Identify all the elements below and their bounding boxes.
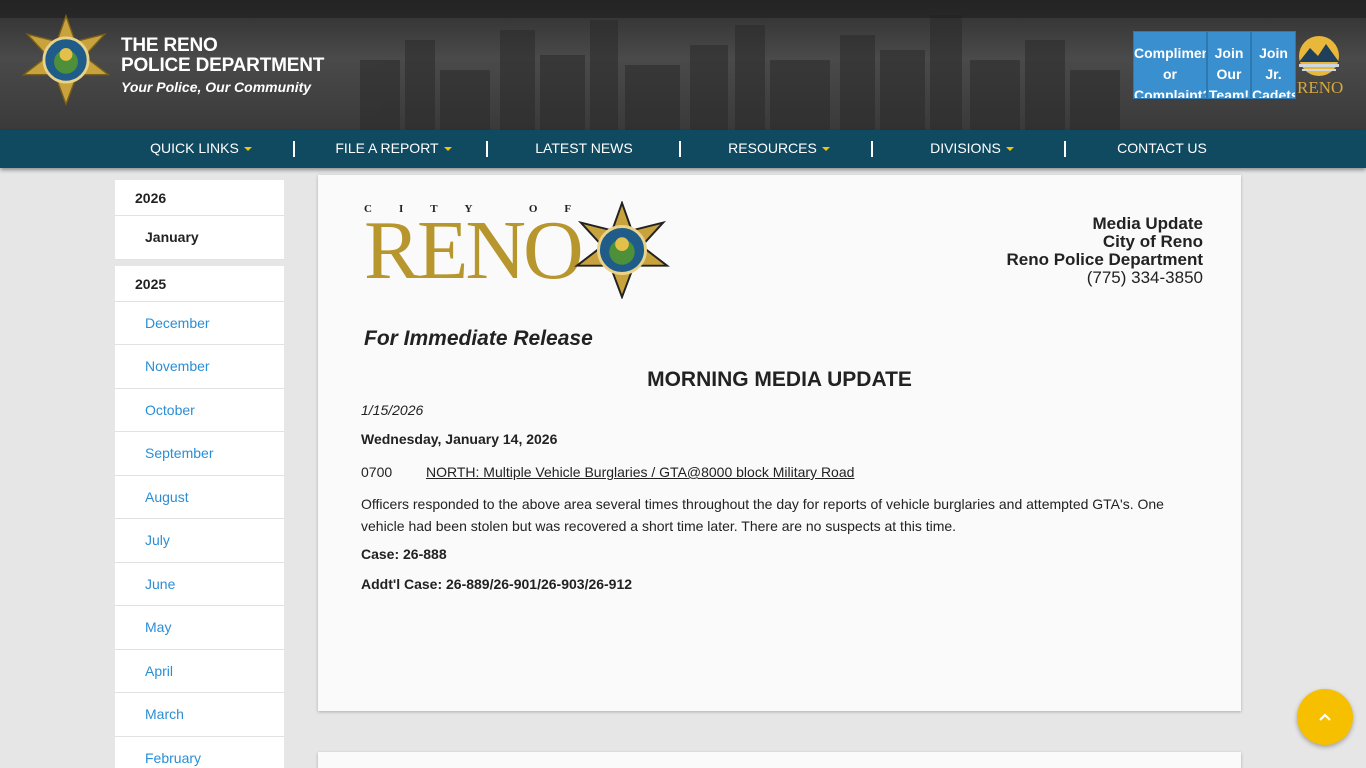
nav-label: LATEST NEWS [535, 140, 633, 156]
nav-label: RESOURCES [728, 140, 817, 156]
button-line: Complaint? [1134, 87, 1207, 99]
next-release-card [318, 752, 1241, 768]
department-name: THE RENO POLICE DEPARTMENT [121, 36, 324, 76]
join-jr-cadets-button[interactable]: Join Jr. Cadets [1251, 31, 1296, 99]
nav-latest-news[interactable]: LATEST NEWS [530, 130, 638, 168]
button-line: Join [1214, 45, 1244, 61]
release-date: 1/15/2026 [361, 402, 424, 418]
department-name-line1: THE RENO [121, 35, 218, 56]
month-link-june[interactable]: June [115, 562, 284, 606]
incident-time: 0700 [361, 464, 393, 480]
archive-sidebar: 2026 January 2025 December November Octo… [115, 180, 284, 768]
year-heading-2025[interactable]: 2025 [115, 265, 284, 302]
month-link-march[interactable]: March [115, 693, 284, 737]
city-of-reno-wordmark: CITY OF RENO [364, 203, 598, 297]
month-link-october[interactable]: October [115, 388, 284, 432]
month-link-july[interactable]: July [115, 519, 284, 563]
nav-file-a-report[interactable]: FILE A REPORT [330, 130, 457, 168]
month-link-january-2026[interactable]: January [115, 216, 284, 260]
reno-wordmark: RENO [364, 204, 584, 297]
month-link-august[interactable]: August [115, 475, 284, 519]
month-link-september[interactable]: September [115, 432, 284, 476]
nav-divider [679, 141, 681, 157]
contact-phone: (775) 334-3850 [1086, 268, 1203, 287]
caret-down-icon [1005, 147, 1014, 152]
button-line: Cadets [1252, 87, 1296, 99]
join-our-team-button[interactable]: Join Our Team! [1207, 31, 1251, 99]
additional-case-numbers: Addt'l Case: 26-889/26-901/26-903/26-912 [361, 576, 633, 592]
incident-day: Wednesday, January 14, 2026 [361, 431, 558, 447]
nav-contact-us[interactable]: CONTACT US [1112, 130, 1212, 168]
nav-label: DIVISIONS [930, 140, 1001, 156]
chevron-up-icon [1319, 713, 1331, 721]
nav-resources[interactable]: RESOURCES [722, 130, 836, 168]
department-name-line2: POLICE DEPARTMENT [121, 55, 325, 76]
button-line: Jr. [1265, 66, 1282, 82]
nav-label: FILE A REPORT [335, 140, 439, 156]
city-logo-text: RENO [1297, 78, 1344, 97]
contact-city: City of Reno [1102, 232, 1203, 251]
case-number: Case: 26-888 [361, 546, 447, 562]
nav-divider [293, 141, 295, 157]
nav-divider [1064, 141, 1066, 157]
media-contact-block: Media Update City of Reno Reno Police De… [1007, 215, 1204, 287]
nav-divider [871, 141, 873, 157]
button-line: Our [1216, 66, 1242, 82]
contact-department: Reno Police Department [1006, 250, 1204, 269]
year-heading-2026[interactable]: 2026 [115, 180, 284, 216]
main-navigation: QUICK LINKS FILE A REPORT LATEST NEWS RE… [0, 130, 1366, 168]
button-line: Team! [1208, 87, 1250, 99]
nav-label: CONTACT US [1117, 140, 1207, 156]
incident-title-link[interactable]: NORTH: Multiple Vehicle Burglaries / GTA… [426, 464, 854, 480]
nav-quick-links[interactable]: QUICK LINKS [140, 130, 262, 168]
police-badge-icon [574, 201, 670, 299]
site-header: THE RENO POLICE DEPARTMENT Your Police, … [0, 0, 1366, 130]
contact-title: Media Update [1092, 214, 1203, 233]
nav-divider [486, 141, 488, 157]
incident-description: Officers responded to the above area sev… [361, 496, 1164, 534]
month-link-may[interactable]: May [115, 606, 284, 650]
media-release-card: CITY OF RENO Media Update City of Reno R… [318, 175, 1241, 711]
month-link-february[interactable]: February [115, 736, 284, 768]
month-link-april[interactable]: April [115, 649, 284, 693]
caret-down-icon [243, 147, 252, 152]
nav-label: QUICK LINKS [150, 140, 239, 156]
button-line: or [1163, 66, 1177, 82]
compliment-complaint-button[interactable]: Complimen or Complaint? [1133, 31, 1207, 99]
caret-down-icon [443, 147, 452, 152]
button-line: Complimen [1134, 45, 1207, 61]
month-link-november[interactable]: November [115, 345, 284, 389]
month-link-december[interactable]: December [115, 301, 284, 345]
caret-down-icon [821, 147, 830, 152]
nav-divisions[interactable]: DIVISIONS [922, 130, 1022, 168]
button-line: Join [1259, 45, 1288, 61]
rpd-badge-logo[interactable] [18, 14, 114, 106]
for-immediate-release: For Immediate Release [364, 327, 593, 350]
department-tagline: Your Police, Our Community [121, 79, 312, 95]
release-headline: MORNING MEDIA UPDATE [647, 368, 912, 391]
back-to-top-button[interactable] [1297, 689, 1353, 745]
